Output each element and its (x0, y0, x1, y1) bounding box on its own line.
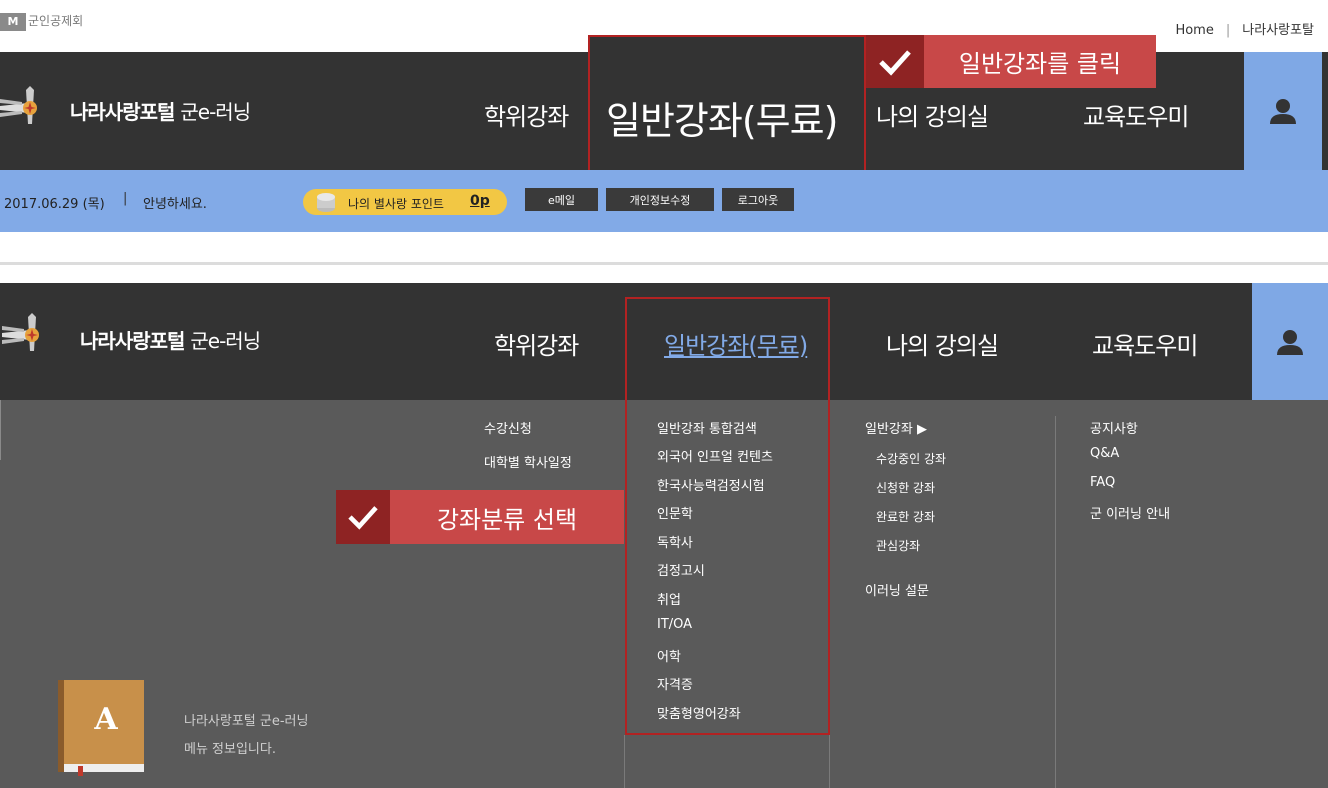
points-value[interactable]: 0p (470, 193, 490, 209)
menu-completed[interactable]: 완료한 강좌 (876, 508, 935, 525)
menu-info-line1: 나라사랑포털 군e-러닝 (184, 714, 309, 729)
nav-degree-courses[interactable]: 학위강좌 (494, 326, 579, 361)
column-divider (829, 735, 830, 788)
info-separator: | (123, 191, 128, 206)
date-text: 2017.06.29 (목) (4, 197, 105, 212)
menu-custom-english[interactable]: 맞춤형영어강좌 (657, 703, 741, 722)
menu-faq[interactable]: FAQ (1090, 475, 1115, 490)
menu-favorites[interactable]: 관심강좌 (876, 537, 920, 554)
nav-my-classroom[interactable]: 나의 강의실 (876, 97, 989, 132)
edit-profile-button[interactable]: 개인정보수정 (606, 188, 714, 211)
column-divider (624, 735, 625, 788)
user-button[interactable] (1252, 283, 1328, 400)
brand-name: 군인공제회 (28, 14, 84, 28)
points-label: 나의 별사랑 포인트 (348, 197, 444, 211)
section-divider (0, 262, 1328, 265)
menu-foreign-informal[interactable]: 외국어 인프얼 컨텐츠 (657, 446, 773, 465)
menu-general-courses-head[interactable]: 일반강좌 ▶ (865, 418, 927, 437)
menu-info-line2: 메뉴 정보입니다. (184, 742, 276, 757)
column-divider (1055, 416, 1056, 788)
menu-humanities[interactable]: 인문학 (657, 503, 693, 522)
menu-applied[interactable]: 신청한 강좌 (876, 479, 935, 496)
highlight-box (625, 297, 830, 735)
logo-title: 나라사랑포털 (80, 329, 185, 353)
book-letter: A (94, 702, 118, 737)
brand-mark: M (0, 12, 26, 31)
user-icon (1270, 99, 1296, 124)
menu-academic-calendar[interactable]: 대학별 학사일정 (484, 452, 572, 471)
menu-it-oa[interactable]: IT/OA (657, 617, 692, 632)
check-icon (879, 49, 911, 76)
menu-ged[interactable]: 검정고시 (657, 560, 705, 579)
menu-enroll[interactable]: 수강신청 (484, 418, 532, 437)
logo-title: 나라사랑포털 (70, 100, 175, 124)
menu-qna[interactable]: Q&A (1090, 446, 1119, 461)
logo-subtitle: 군e-러닝 (190, 329, 261, 353)
email-button[interactable]: e메일 (525, 188, 598, 211)
portal-link[interactable]: 나라사랑포탈 (1242, 23, 1314, 38)
nav-help[interactable]: 교육도우미 (1092, 326, 1198, 361)
user-button[interactable] (1244, 52, 1322, 170)
menu-notices[interactable]: 공지사항 (1090, 418, 1138, 437)
logout-button[interactable]: 로그아웃 (722, 188, 794, 211)
book-icon: A (58, 680, 144, 776)
emblem-icon (0, 86, 37, 124)
check-icon (348, 506, 378, 530)
nav-my-classroom[interactable]: 나의 강의실 (886, 326, 999, 361)
coin-icon (317, 193, 335, 212)
panel-edge (0, 400, 1, 460)
menu-info-text: 나라사랑포털 군e-러닝 메뉴 정보입니다. (184, 708, 308, 764)
nav-general-courses[interactable]: 일반강좌(무료) (606, 90, 838, 145)
menu-in-progress[interactable]: 수강중인 강좌 (876, 450, 946, 467)
logo-subtitle: 군e-러닝 (180, 100, 251, 124)
greeting-text: 안녕하세요. (143, 197, 207, 212)
callout-step1: 일반강좌를 클릭 (924, 35, 1156, 88)
emblem-icon (2, 313, 39, 351)
menu-certification[interactable]: 자격증 (657, 674, 693, 693)
utility-links: Home | 나라사랑포탈 (1175, 19, 1314, 38)
callout-check (866, 35, 924, 88)
home-link[interactable]: Home (1175, 23, 1213, 38)
user-icon (1277, 329, 1303, 355)
menu-course-search[interactable]: 일반강좌 통합검색 (657, 418, 757, 437)
nav-help[interactable]: 교육도우미 (1083, 97, 1189, 132)
menu-employment[interactable]: 취업 (657, 589, 681, 608)
brand-logo[interactable]: M 군인공제회 (0, 12, 83, 31)
callout-step2: 강좌분류 선택 (390, 490, 624, 544)
menu-language[interactable]: 어학 (657, 646, 681, 665)
link-separator: | (1225, 23, 1231, 38)
nav-degree-courses[interactable]: 학위강좌 (484, 97, 569, 132)
menu-korean-history[interactable]: 한국사능력검정시험 (657, 475, 765, 494)
menu-survey[interactable]: 이러닝 설문 (865, 580, 929, 599)
header-edge (1322, 52, 1328, 170)
menu-elearning-guide[interactable]: 군 이러닝 안내 (1090, 503, 1170, 522)
callout-check (336, 490, 390, 544)
menu-self-study-degree[interactable]: 독학사 (657, 532, 693, 551)
